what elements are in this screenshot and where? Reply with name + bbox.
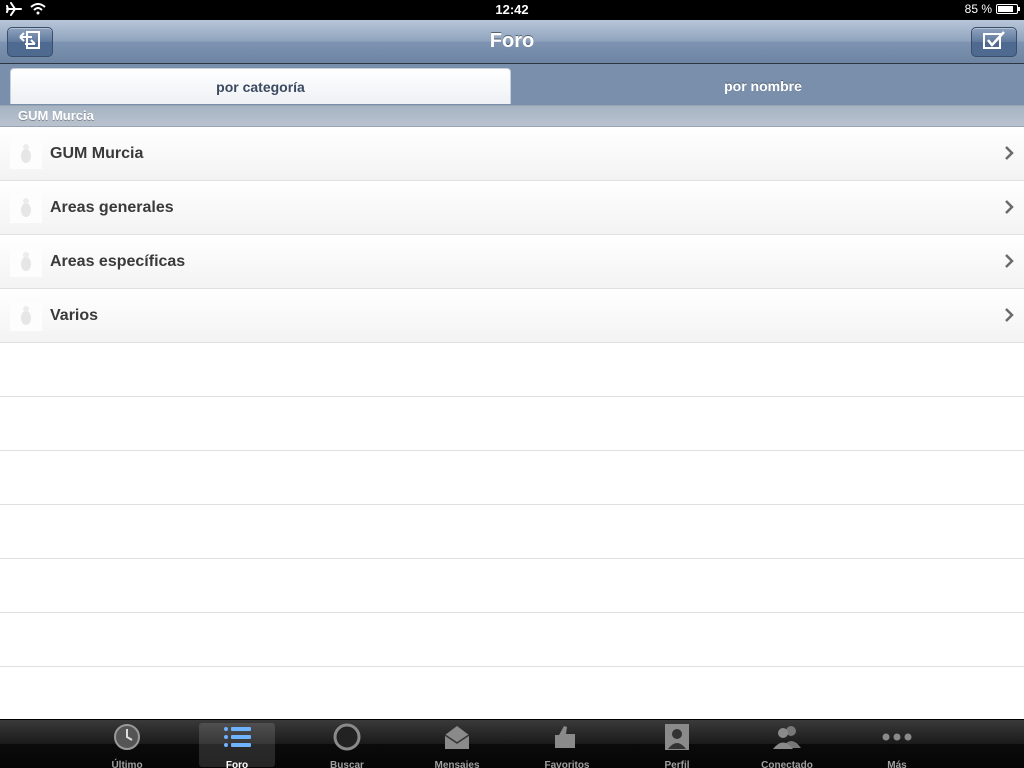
forum-thumb-icon [10, 193, 42, 223]
forum-list: GUM Murcia Areas generales Areas específ… [0, 127, 1024, 721]
list-item[interactable]: Areas generales [0, 181, 1024, 235]
envelope-icon [442, 723, 472, 754]
tab-buscar[interactable]: Buscar [309, 723, 385, 768]
battery-percent: 85 % [964, 2, 992, 16]
tab-conectado[interactable]: Conectado [749, 723, 825, 768]
list-item[interactable]: GUM Murcia [0, 127, 1024, 181]
page-title: Foro [489, 30, 535, 52]
chevron-right-icon [1004, 254, 1014, 273]
segment-por-categoria[interactable]: por categoría [10, 68, 511, 104]
chevron-right-icon [1004, 146, 1014, 165]
tab-label: Más [887, 760, 907, 768]
tab-mas[interactable]: Más [859, 723, 935, 768]
forum-thumb-icon [10, 139, 42, 169]
empty-row [0, 667, 1024, 721]
tab-mensajes[interactable]: Mensajes [419, 723, 495, 768]
tab-perfil[interactable]: Perfil [639, 723, 715, 768]
chevron-right-icon [1004, 200, 1014, 219]
empty-row [0, 451, 1024, 505]
list-item-label: GUM Murcia [50, 144, 144, 162]
list-item[interactable]: Areas específicas [0, 235, 1024, 289]
list-item-label: Areas específicas [50, 252, 186, 270]
tab-favoritos[interactable]: Favoritos [529, 723, 605, 768]
empty-row [0, 397, 1024, 451]
checkmark-icon [981, 30, 1007, 55]
users-icon [771, 724, 803, 753]
tab-bar: Último Foro Buscar Mensajes Favoritos Pe… [0, 719, 1024, 768]
mark-read-button[interactable] [971, 27, 1017, 57]
forum-thumb-icon [10, 247, 42, 277]
tab-label: Último [111, 760, 143, 768]
empty-row [0, 343, 1024, 397]
list-item[interactable]: Varios [0, 289, 1024, 343]
profile-icon [663, 723, 691, 754]
empty-row [0, 505, 1024, 559]
tab-label: Foro [225, 760, 249, 768]
status-bar: 12:42 85 % [0, 0, 1024, 20]
section-header: GUM Murcia [0, 105, 1024, 127]
tab-label: Mensajes [434, 760, 480, 768]
navigation-bar: Foro [0, 20, 1024, 64]
list-item-label: Areas generales [50, 198, 174, 216]
status-time: 12:42 [495, 2, 529, 17]
clock-icon [112, 723, 142, 754]
tab-ultimo[interactable]: Último [89, 723, 165, 768]
list-item-label: Varios [50, 306, 99, 324]
chevron-right-icon [1004, 308, 1014, 327]
tab-foro[interactable]: Foro [199, 723, 275, 768]
tab-label: Conectado [761, 760, 813, 768]
battery-icon [996, 4, 1020, 14]
segment-por-nombre[interactable]: por nombre [512, 68, 1014, 104]
forum-thumb-icon [10, 301, 42, 331]
list-icon [223, 725, 251, 752]
segment-control: por categoría por nombre [0, 64, 1024, 105]
empty-row [0, 559, 1024, 613]
empty-row [0, 613, 1024, 667]
tab-label: Perfil [664, 760, 690, 768]
more-icon [881, 732, 913, 745]
tab-label: Favoritos [544, 760, 590, 768]
thumbs-up-icon [552, 723, 582, 754]
search-icon [332, 723, 362, 754]
tab-label: Buscar [330, 760, 364, 768]
